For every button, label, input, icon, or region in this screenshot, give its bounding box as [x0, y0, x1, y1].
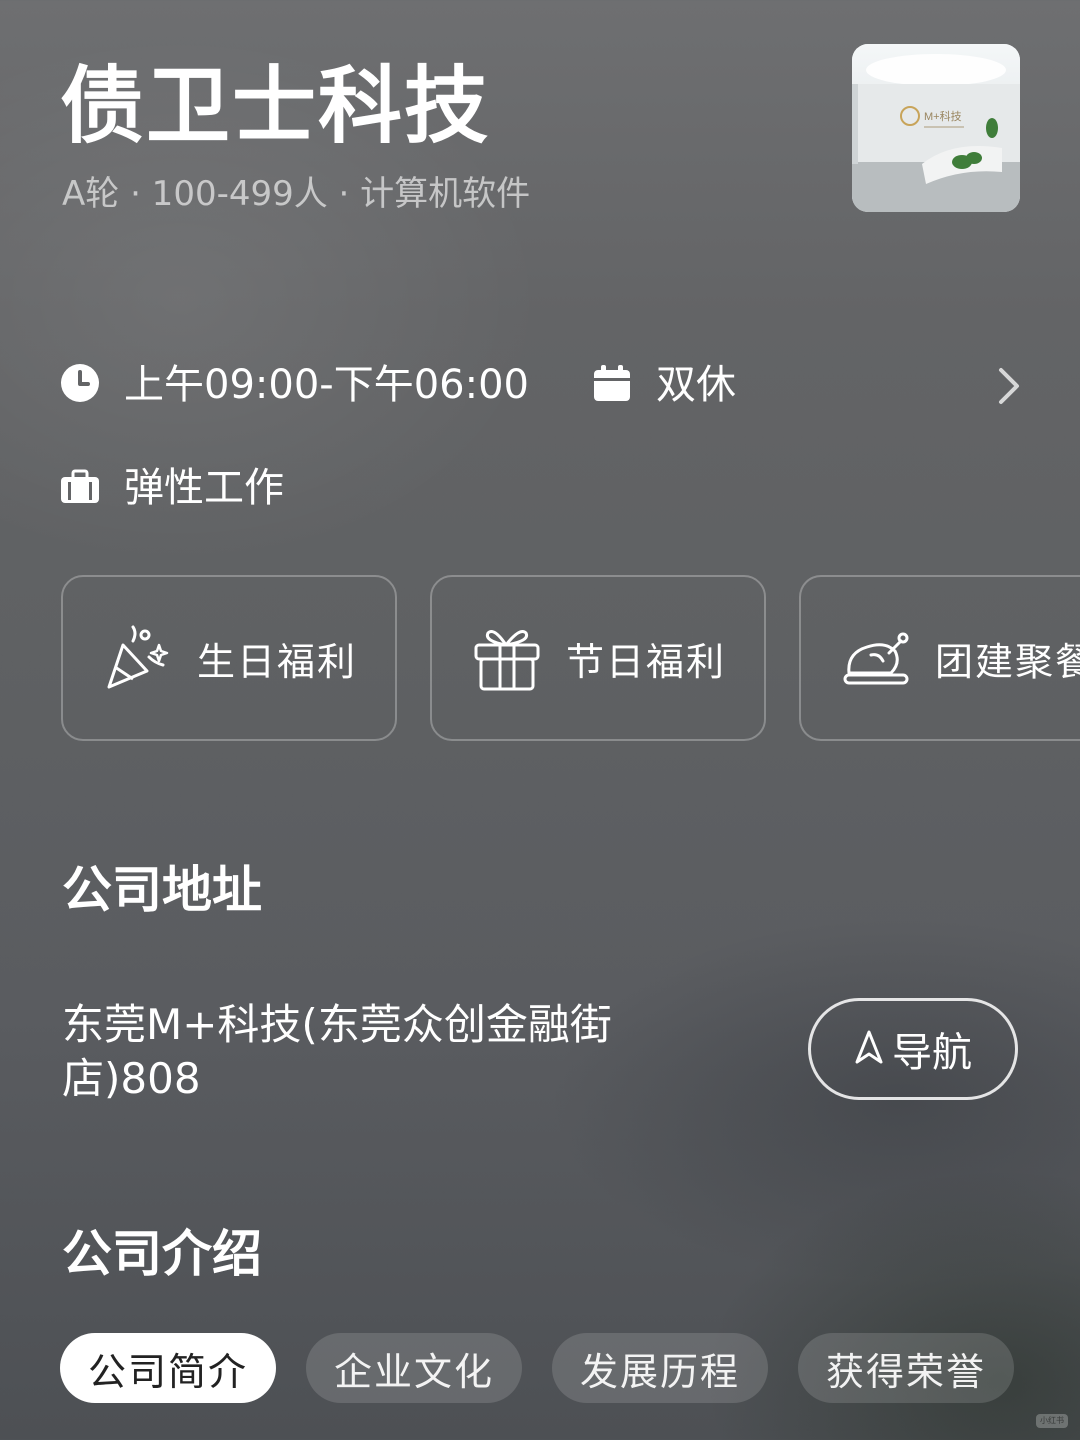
company-name: 债卫士科技: [60, 57, 491, 155]
benefit-card-birthday[interactable]: 生日福利: [61, 575, 397, 741]
benefit-card-team-dinner[interactable]: 团建聚餐: [799, 575, 1080, 741]
chevron-right-icon[interactable]: [996, 367, 1022, 405]
clock-icon: [60, 363, 100, 407]
benefit-card-holiday[interactable]: 节日福利: [430, 575, 766, 741]
photo-sign-text: M+科技: [924, 109, 962, 123]
work-hours: 上午09:00-下午06:00: [60, 360, 529, 410]
office-photo-image: M+科技: [852, 44, 1020, 212]
tab-company-profile[interactable]: 公司简介: [60, 1333, 276, 1403]
benefit-label: 节日福利: [566, 639, 727, 684]
work-hours-text: 上午09:00-下午06:00: [124, 362, 529, 408]
company-photo[interactable]: M+科技: [852, 44, 1020, 212]
calendar-icon: [592, 363, 632, 407]
benefit-label: 团建聚餐: [935, 639, 1080, 684]
briefcase-icon: [60, 466, 100, 510]
watermark: 小红书: [1036, 1414, 1068, 1428]
rest-days: 双休: [592, 360, 736, 410]
address-text: 东莞M+科技(东莞众创金融街店)808: [62, 1000, 612, 1103]
company-meta: A轮 · 100-499人 · 计算机软件: [62, 174, 531, 214]
navigation-label: 导航: [892, 1030, 972, 1076]
flex-work: 弹性工作: [60, 463, 284, 513]
intro-section-title: 公司介绍: [62, 1225, 262, 1283]
tab-development-history[interactable]: 发展历程: [552, 1333, 768, 1403]
tab-corporate-culture[interactable]: 企业文化: [306, 1333, 522, 1403]
roast-chicken-icon: [841, 623, 911, 693]
rest-days-text: 双休: [656, 362, 736, 408]
party-popper-icon: [103, 623, 173, 693]
benefit-label: 生日福利: [197, 639, 358, 684]
flex-work-text: 弹性工作: [124, 465, 284, 511]
navigation-arrow-icon: [854, 1029, 884, 1069]
gift-icon: [472, 623, 542, 693]
address-section-title: 公司地址: [62, 861, 262, 919]
tab-honors[interactable]: 获得荣誉: [798, 1333, 1014, 1403]
navigation-button[interactable]: 导航: [808, 998, 1018, 1100]
